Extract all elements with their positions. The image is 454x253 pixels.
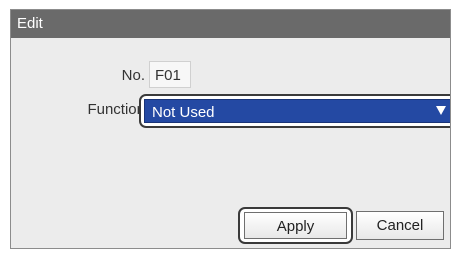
dropdown-arrow-icon [436, 106, 446, 115]
no-value-field: F01 [149, 61, 191, 88]
function-dropdown[interactable]: Not Used [144, 99, 450, 123]
apply-button[interactable]: Apply [244, 212, 347, 239]
function-dropdown-focus-ring: Not Used [139, 94, 450, 128]
cancel-button[interactable]: Cancel [356, 211, 444, 240]
function-dropdown-value: Not Used [152, 104, 215, 121]
function-label: Function [87, 101, 145, 118]
dialog-title: Edit [17, 15, 43, 32]
apply-button-focus-ring: Apply [238, 207, 353, 244]
dialog-titlebar: Edit [11, 10, 450, 38]
edit-dialog: Edit No. F01 Function Not Used Apply Can… [10, 9, 451, 249]
no-label: No. [121, 67, 145, 84]
